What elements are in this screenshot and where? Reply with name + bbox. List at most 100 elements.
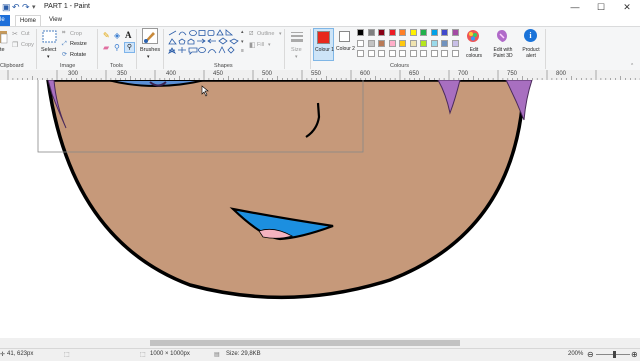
scrollbar-thumb[interactable] (150, 340, 460, 346)
palette-swatch[interactable] (378, 50, 385, 57)
selection-size-icon: ⬚ (64, 352, 70, 358)
palette-swatch[interactable] (378, 39, 385, 47)
colour2-button[interactable]: Colour 2 (336, 28, 355, 61)
tab-view[interactable]: View (45, 15, 66, 26)
paste-label[interactable]: te (0, 47, 5, 53)
colour1-label: Colour 1 (315, 47, 334, 53)
zoom-in-button[interactable]: ⊕ (631, 350, 638, 359)
palette-swatch[interactable] (409, 39, 417, 47)
palette-swatch[interactable] (357, 29, 364, 36)
magnifier-icon[interactable]: ⚲ (124, 42, 135, 53)
palette-swatch[interactable] (430, 29, 438, 36)
select-icon[interactable] (42, 30, 58, 44)
palette-swatch[interactable] (399, 39, 406, 47)
colour2-swatch (339, 31, 350, 42)
copy-button[interactable]: Copy (21, 42, 34, 48)
palette-swatch[interactable] (367, 39, 375, 47)
fill-dropdown-icon[interactable]: ▾ (268, 42, 271, 48)
zoom-out-button[interactable]: ⊖ (587, 350, 594, 359)
pencil-icon[interactable]: ✎ (103, 31, 110, 40)
cut-button[interactable]: Cut (21, 31, 30, 37)
shapes-gallery[interactable] (167, 29, 241, 57)
size-button[interactable]: Size (291, 47, 302, 53)
image-dimensions: 1000 × 1000px (150, 351, 190, 357)
text-tool-icon[interactable]: A (125, 30, 132, 40)
resize-button[interactable]: Resize (70, 41, 87, 47)
palette-swatch[interactable] (367, 50, 375, 57)
outline-button[interactable]: Outline (257, 31, 274, 37)
shapes-scroll-down-icon[interactable]: ▾ (241, 39, 244, 45)
paint3d-icon[interactable] (495, 29, 509, 43)
copy-icon: ❐ (12, 42, 19, 49)
brushes-dropdown-icon[interactable]: ▾ (147, 54, 150, 60)
rotate-button[interactable]: Rotate (70, 52, 86, 58)
brushes-icon[interactable] (142, 28, 158, 44)
palette-swatch[interactable] (420, 39, 427, 47)
palette-swatch[interactable] (451, 39, 459, 47)
palette-swatch[interactable] (441, 39, 448, 47)
undo-icon[interactable]: ↶ (12, 2, 20, 13)
tab-file[interactable]: le (0, 15, 10, 26)
eraser-icon[interactable]: ▰ (103, 43, 109, 52)
cursor-position-icon: ✛ (0, 352, 6, 358)
separator (545, 29, 546, 69)
maximize-button[interactable]: ☐ (588, 0, 614, 15)
brushes-button[interactable]: Brushes (140, 47, 160, 53)
colour1-button[interactable]: Colour 1 (313, 28, 334, 61)
select-button[interactable]: Select (41, 47, 56, 53)
palette-swatch[interactable] (420, 50, 427, 57)
fill-bucket-icon[interactable]: ◈ (114, 31, 120, 40)
close-button[interactable]: ✕ (614, 0, 640, 15)
rotate-icon: ⟳ (62, 52, 68, 58)
edit-with-paint3d-button[interactable]: Edit with Paint 3D (488, 47, 518, 59)
drawing-canvas[interactable] (0, 80, 640, 338)
palette-swatch[interactable] (378, 29, 385, 36)
palette-swatch[interactable] (409, 50, 417, 57)
palette-swatch[interactable] (420, 29, 427, 36)
shapes-more-icon[interactable]: ≡ (241, 48, 244, 54)
palette-swatch[interactable] (430, 39, 438, 47)
color-picker-icon[interactable]: ⚲ (114, 43, 120, 52)
palette-swatch[interactable] (451, 50, 459, 57)
product-alert-button[interactable]: Product alert (518, 47, 544, 59)
edit-colours-icon[interactable] (466, 29, 480, 43)
horizontal-scrollbar[interactable] (0, 338, 640, 348)
shapes-scroll-up-icon[interactable]: ▴ (241, 29, 244, 35)
product-alert-icon[interactable]: i (524, 29, 537, 42)
tab-home[interactable]: Home (15, 15, 42, 26)
colour2-label: Colour 2 (336, 46, 355, 52)
crop-icon: ⌗ (62, 30, 66, 36)
ruler-label: 450 (213, 71, 224, 77)
palette-swatch[interactable] (441, 29, 448, 36)
save-icon[interactable]: ▣ (2, 2, 11, 13)
palette-swatch[interactable] (388, 50, 396, 57)
palette-swatch[interactable] (409, 29, 417, 36)
edit-colours-button[interactable]: Edit colours (462, 47, 486, 59)
outline-dropdown-icon[interactable]: ▾ (279, 31, 282, 37)
palette-swatch[interactable] (357, 50, 364, 57)
select-dropdown-icon[interactable]: ▾ (47, 54, 50, 60)
canvas-drawing[interactable] (0, 80, 640, 338)
separator (310, 29, 311, 69)
palette-swatch[interactable] (388, 39, 396, 47)
minimize-button[interactable]: — (562, 0, 588, 15)
window-title: PART 1 - Paint (44, 3, 90, 10)
redo-icon[interactable]: ↷ (22, 2, 30, 13)
palette-swatch[interactable] (451, 29, 459, 36)
palette-swatch[interactable] (399, 50, 406, 57)
customize-quick-access-icon[interactable]: ▾ (32, 3, 36, 11)
zoom-slider-thumb[interactable] (613, 351, 616, 358)
fill-button[interactable]: Fill (257, 42, 264, 48)
palette-swatch[interactable] (430, 50, 438, 57)
collapse-ribbon-icon[interactable]: ⌃ (630, 63, 634, 69)
palette-swatch[interactable] (399, 29, 406, 36)
paste-icon[interactable] (0, 29, 8, 45)
title-bar: ▣ ↶ ↷ ▾ PART 1 - Paint — ☐ ✕ (0, 0, 640, 15)
palette-swatch[interactable] (388, 29, 396, 36)
palette-swatch[interactable] (367, 29, 375, 36)
crop-button[interactable]: Crop (70, 31, 82, 37)
size-icon[interactable] (290, 30, 304, 44)
palette-swatch[interactable] (441, 50, 448, 57)
palette-swatch[interactable] (357, 39, 364, 47)
size-dropdown-icon[interactable]: ▾ (295, 54, 298, 60)
